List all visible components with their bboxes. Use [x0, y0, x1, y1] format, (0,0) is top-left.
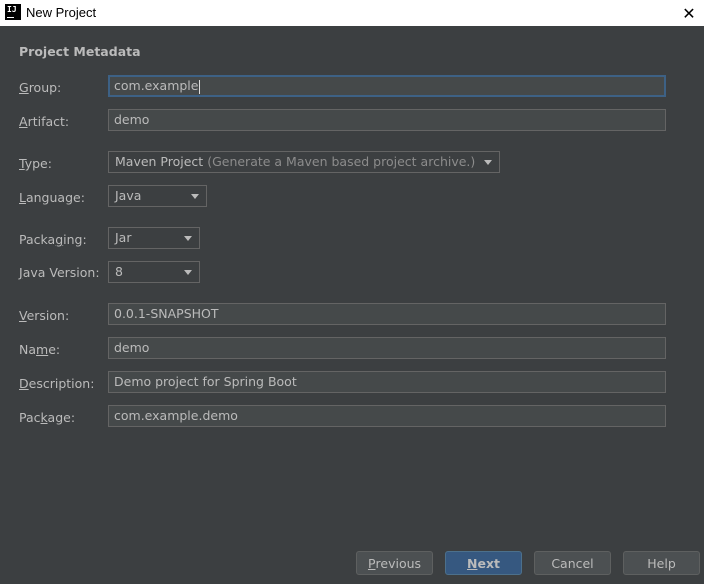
description-label: Description: [19, 376, 95, 391]
package-input[interactable]: com.example.demo [108, 405, 666, 427]
window-title: New Project [26, 5, 97, 20]
type-dropdown[interactable]: Maven Project (Generate a Maven based pr… [108, 151, 500, 173]
name-label: Name: [19, 342, 61, 357]
language-dropdown[interactable]: Java [108, 185, 207, 207]
packaging-dropdown[interactable]: Jar [108, 227, 200, 249]
description-input[interactable]: Demo project for Spring Boot [108, 371, 666, 393]
group-label: Group: [19, 80, 62, 95]
java-version-dropdown[interactable]: 8 [108, 261, 200, 283]
artifact-label: Artifact: [19, 114, 70, 129]
close-icon[interactable]: ✕ [674, 0, 704, 26]
chevron-down-icon [184, 270, 192, 275]
java-version-label: Java Version: [19, 265, 100, 280]
next-button[interactable]: Next [445, 551, 522, 575]
package-label: Package: [19, 410, 76, 425]
section-title: Project Metadata [19, 44, 141, 59]
previous-button[interactable]: Previous [356, 551, 433, 575]
chevron-down-icon [184, 236, 192, 241]
cancel-button[interactable]: Cancel [534, 551, 611, 575]
help-button[interactable]: Help [623, 551, 700, 575]
chevron-down-icon [191, 194, 199, 199]
intellij-app-icon: IJ [5, 4, 21, 20]
version-input[interactable]: 0.0.1-SNAPSHOT [108, 303, 666, 325]
name-input[interactable]: demo [108, 337, 666, 359]
group-input[interactable]: com.example [108, 75, 666, 97]
version-label: Version: [19, 308, 70, 323]
packaging-label: Packaging: [19, 232, 87, 247]
chevron-down-icon [484, 160, 492, 165]
type-label: Type: [19, 156, 52, 171]
artifact-input[interactable]: demo [108, 109, 666, 131]
title-bar: IJ New Project ✕ [0, 0, 704, 26]
text-caret [199, 79, 201, 94]
language-label: Language: [19, 190, 85, 205]
